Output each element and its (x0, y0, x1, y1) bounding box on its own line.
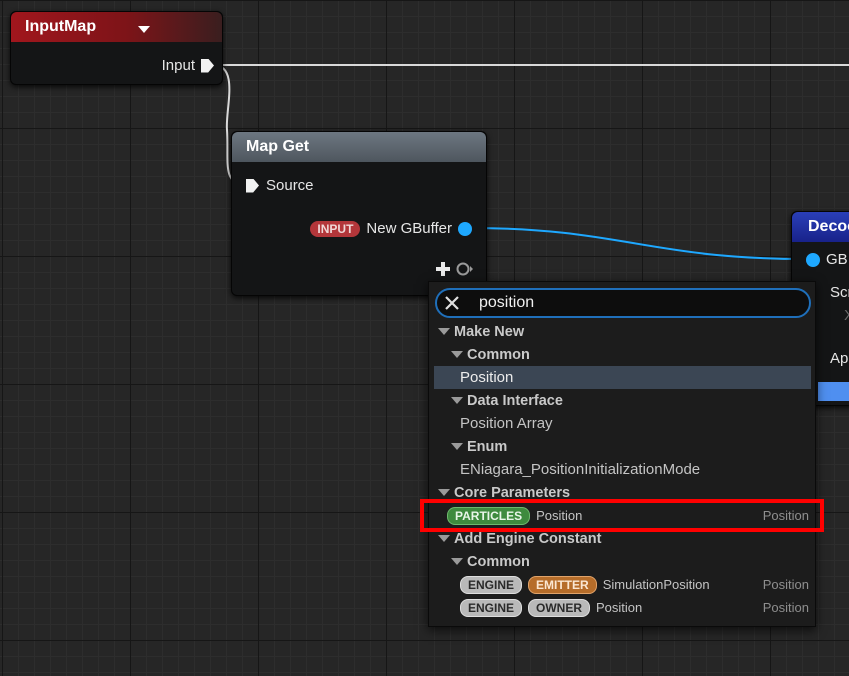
category-label: Enum (467, 438, 508, 455)
input-map-header[interactable]: InputMap (11, 12, 222, 42)
engine-namespace-tag: ENGINE (460, 575, 523, 594)
decode-gb-label: GB (826, 251, 848, 268)
decode-x-pin-row[interactable]: X (844, 307, 849, 324)
exec-input-pin-icon[interactable] (246, 178, 259, 193)
param-type: Position (762, 600, 809, 615)
data-output-pin-icon[interactable] (458, 221, 472, 236)
expand-triangle-icon[interactable] (451, 558, 463, 565)
data-wire-gbuffer (469, 227, 807, 260)
map-get-header[interactable]: Map Get (232, 132, 486, 162)
param-name: SimulationPosition (602, 577, 710, 592)
decode-header[interactable]: Decoc (792, 212, 849, 242)
search-field[interactable] (435, 288, 811, 318)
expand-triangle-icon[interactable] (451, 351, 463, 358)
menu-item-position-array[interactable]: Position Array (434, 412, 811, 435)
source-pin-row[interactable]: Source (246, 177, 314, 194)
category-label: Add Engine Constant (454, 530, 602, 547)
decode-title: Decoc (808, 218, 849, 235)
category-data-interface[interactable]: Data Interface (434, 389, 811, 412)
menu-item-label: Position (460, 369, 514, 386)
input-pin-label: Input (161, 57, 195, 74)
engine-namespace-tag: ENGINE (460, 598, 523, 617)
decode-gb-pin-row[interactable]: GB (806, 251, 848, 268)
menu-item-emitter-simulation-position[interactable]: ENGINE EMITTER SimulationPosition Positi… (434, 573, 811, 596)
expand-triangle-icon[interactable] (438, 328, 450, 335)
param-name: Position (596, 600, 643, 615)
input-output-pin-row[interactable]: Input (162, 57, 214, 74)
decode-scr-label: Scr (830, 284, 849, 301)
add-pin-row[interactable] (436, 262, 474, 276)
search-results-list: Make New Common Position Data Interface … (434, 320, 811, 619)
data-input-pin-icon[interactable] (806, 252, 820, 267)
decode-ap-label: Ap (830, 350, 849, 367)
input-map-node[interactable]: InputMap Input (10, 11, 223, 85)
input-map-title: InputMap (25, 18, 97, 35)
menu-item-label: ENiagara_PositionInitializationMode (460, 461, 701, 478)
plus-icon[interactable] (436, 262, 450, 276)
category-label: Common (467, 553, 530, 570)
menu-item-label: Position Array (460, 415, 553, 432)
menu-item-enum-position-init[interactable]: ENiagara_PositionInitializationMode (434, 458, 811, 481)
search-input[interactable] (479, 294, 779, 312)
chevron-down-icon[interactable] (138, 26, 150, 33)
expand-triangle-icon[interactable] (438, 489, 450, 496)
category-label: Data Interface (467, 392, 563, 409)
decode-ap-pin-row[interactable]: Ap (830, 350, 848, 367)
highlight-annotation-box (420, 499, 824, 532)
category-common-engine[interactable]: Common (434, 550, 811, 573)
new-gbuffer-pin-row[interactable]: INPUT New GBuffer (310, 220, 472, 237)
menu-item-position[interactable]: Position (434, 366, 811, 389)
expand-triangle-icon[interactable] (451, 397, 463, 404)
decode-blue-bar (818, 382, 849, 401)
category-label: Make New (454, 323, 525, 340)
decode-x-label: X (844, 307, 849, 324)
category-make-new[interactable]: Make New (434, 320, 811, 343)
empty-pin-icon[interactable] (456, 262, 474, 276)
close-icon[interactable] (437, 290, 467, 316)
source-pin-label: Source (266, 177, 314, 194)
param-type: Position (762, 577, 809, 592)
exec-output-pin-icon[interactable] (201, 58, 214, 73)
emitter-namespace-tag: EMITTER (528, 575, 597, 594)
input-namespace-tag: INPUT (310, 220, 361, 237)
expand-triangle-icon[interactable] (438, 535, 450, 542)
category-label: Common (467, 346, 530, 363)
category-common[interactable]: Common (434, 343, 811, 366)
decode-scr-pin-row[interactable]: Scr (830, 284, 849, 301)
new-gbuffer-label: New GBuffer (366, 220, 452, 237)
expand-triangle-icon[interactable] (451, 443, 463, 450)
map-get-title: Map Get (246, 138, 310, 155)
menu-item-owner-position[interactable]: ENGINE OWNER Position Position (434, 596, 811, 619)
category-enum[interactable]: Enum (434, 435, 811, 458)
action-search-menu[interactable]: Make New Common Position Data Interface … (428, 281, 816, 627)
owner-namespace-tag: OWNER (528, 598, 591, 617)
map-get-node[interactable]: Map Get Source INPUT New GBuffer (231, 131, 487, 296)
